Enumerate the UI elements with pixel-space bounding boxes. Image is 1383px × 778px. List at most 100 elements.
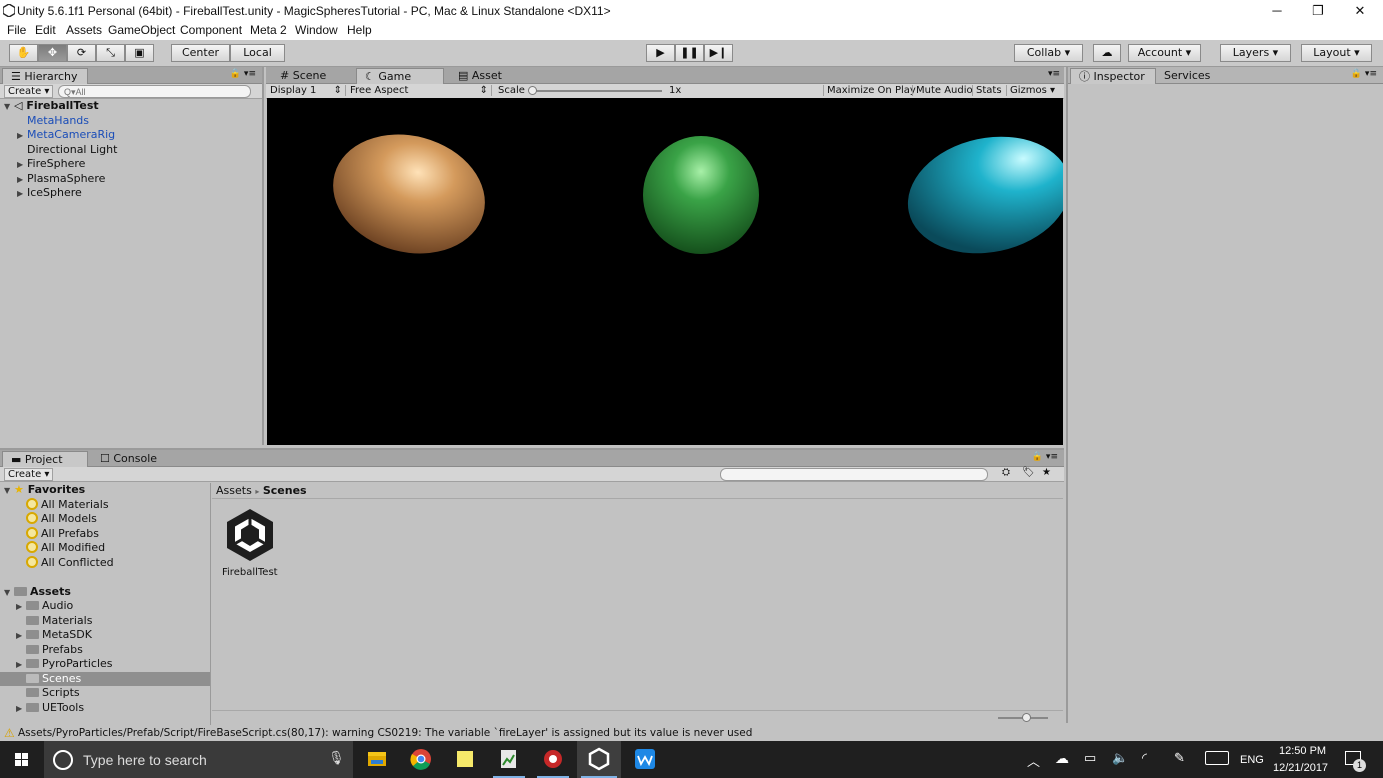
- filter-type-icon[interactable]: ⛭: [1002, 467, 1010, 478]
- icon-size-slider-handle[interactable]: [1022, 713, 1031, 722]
- breadcrumb-assets[interactable]: Assets: [216, 484, 252, 497]
- expand-arrow-icon[interactable]: ▶: [17, 158, 27, 173]
- tab-inspector[interactable]: ⓘ Inspector: [1070, 68, 1156, 84]
- layers-dropdown[interactable]: Layers ▾: [1220, 44, 1291, 62]
- display-dropdown[interactable]: Display 1 ⇕: [270, 85, 346, 96]
- account-dropdown[interactable]: Account ▾: [1128, 44, 1201, 62]
- play-button[interactable]: ▶: [646, 44, 675, 62]
- folder-item[interactable]: ▶ UETools: [4, 701, 210, 716]
- menu-component[interactable]: Component: [180, 23, 242, 37]
- project-search-input[interactable]: [720, 468, 988, 481]
- hierarchy-item[interactable]: MetaHands: [4, 114, 260, 129]
- cloud-button[interactable]: ☁: [1093, 44, 1121, 62]
- expand-arrow-icon[interactable]: ▶: [16, 702, 26, 717]
- tab-console[interactable]: ☐ Console: [92, 451, 172, 467]
- menu-assets[interactable]: Assets: [66, 23, 102, 37]
- folder-item[interactable]: Prefabs: [4, 643, 210, 658]
- hierarchy-item[interactable]: ▶ FireSphere: [4, 157, 260, 172]
- show-hidden-icons-icon[interactable]: ︿: [1027, 751, 1040, 770]
- folder-item[interactable]: ▶ PyroParticles: [4, 657, 210, 672]
- hierarchy-item[interactable]: Directional Light: [4, 143, 260, 158]
- clock-date[interactable]: 12/21/2017: [1273, 762, 1328, 774]
- panel-menu-icon[interactable]: 🔒 ▾≡: [1032, 452, 1058, 462]
- asset-item[interactable]: FireballTest: [222, 507, 278, 578]
- language-indicator[interactable]: ENG: [1240, 754, 1264, 766]
- whiteboard-app-button[interactable]: [623, 741, 667, 778]
- pivot-toggle[interactable]: Center: [171, 44, 230, 62]
- hierarchy-item[interactable]: ▶ MetaCameraRig: [4, 128, 260, 143]
- tab-hierarchy[interactable]: ☰ Hierarchy: [2, 68, 88, 84]
- folder-item[interactable]: Scripts: [4, 686, 210, 701]
- wifi-icon[interactable]: ◜: [1142, 750, 1147, 766]
- favorite-item[interactable]: All Conflicted: [4, 555, 210, 571]
- expand-arrow-icon[interactable]: ▶: [17, 129, 27, 144]
- hierarchy-item[interactable]: ▶ PlasmaSphere: [4, 172, 260, 187]
- close-button[interactable]: ✕: [1337, 0, 1383, 22]
- breadcrumb-scenes[interactable]: Scenes: [263, 484, 307, 497]
- hierarchy-create-button[interactable]: Create ▾: [4, 85, 54, 98]
- scale-slider-handle[interactable]: [528, 86, 537, 95]
- tab-services[interactable]: Services: [1156, 68, 1236, 84]
- expand-arrow-icon[interactable]: ▶: [17, 173, 27, 188]
- minimize-button[interactable]: ─: [1254, 0, 1300, 22]
- battery-icon[interactable]: ▭: [1084, 750, 1096, 766]
- rotate-tool-button[interactable]: ⟳: [67, 44, 96, 62]
- menu-help[interactable]: Help: [347, 23, 372, 37]
- star-icon[interactable]: ★: [1042, 467, 1051, 478]
- start-button[interactable]: [0, 741, 44, 778]
- chrome-button[interactable]: [399, 741, 443, 778]
- onedrive-icon[interactable]: ☁: [1055, 750, 1069, 767]
- folder-item[interactable]: ▶ Audio: [4, 599, 210, 614]
- move-tool-button[interactable]: ✥: [38, 44, 67, 62]
- clock-time[interactable]: 12:50 PM: [1279, 745, 1326, 757]
- tab-asset-store[interactable]: ▤ Asset Store: [450, 68, 540, 97]
- browser-app-button[interactable]: [531, 741, 575, 778]
- panel-menu-icon[interactable]: 🔒 ▾≡: [230, 69, 256, 79]
- expand-arrow-icon[interactable]: ▶: [16, 658, 26, 673]
- layout-dropdown[interactable]: Layout ▾: [1301, 44, 1372, 62]
- favorite-item[interactable]: All Modified: [4, 541, 210, 556]
- gizmos-dropdown[interactable]: Gizmos ▾: [1006, 85, 1055, 96]
- assets-root-row[interactable]: ▼ Assets: [4, 585, 210, 600]
- pause-button[interactable]: ❚❚: [675, 44, 704, 62]
- microphone-icon[interactable]: 🎙: [328, 750, 345, 766]
- keyboard-icon[interactable]: [1205, 751, 1229, 765]
- folder-item[interactable]: ▶ MetaSDK: [4, 628, 210, 643]
- collab-dropdown[interactable]: Collab ▾: [1014, 44, 1083, 62]
- game-view[interactable]: [267, 98, 1063, 445]
- spreadsheet-app-button[interactable]: [487, 741, 531, 778]
- tab-project[interactable]: ▬ Project: [2, 451, 88, 467]
- taskbar-search-box[interactable]: Type here to search 🎙: [44, 741, 353, 778]
- panel-menu-icon[interactable]: 🔒 ▾≡: [1351, 69, 1377, 79]
- favorite-item[interactable]: All Models: [4, 512, 210, 527]
- tab-game[interactable]: ☾ Game: [356, 68, 444, 84]
- folder-item[interactable]: Materials: [4, 614, 210, 629]
- stats-toggle[interactable]: Stats: [972, 85, 1002, 96]
- project-create-button[interactable]: Create ▾: [4, 468, 54, 481]
- pen-icon[interactable]: ✎: [1174, 750, 1185, 766]
- file-explorer-button[interactable]: [355, 741, 399, 778]
- menu-gameobject[interactable]: GameObject: [108, 23, 175, 37]
- scale-tool-button[interactable]: ⤡: [96, 44, 125, 62]
- volume-icon[interactable]: 🔈: [1112, 750, 1128, 766]
- step-button[interactable]: ▶❙: [704, 44, 733, 62]
- menu-window[interactable]: Window: [295, 23, 338, 37]
- menu-meta2[interactable]: Meta 2: [250, 23, 287, 37]
- expand-arrow-icon[interactable]: ▶: [16, 629, 26, 644]
- hand-tool-button[interactable]: ✋: [9, 44, 38, 62]
- folder-item-selected[interactable]: Scenes: [0, 671, 210, 686]
- favorites-row[interactable]: ▼ ★ Favorites: [4, 483, 210, 498]
- hierarchy-search-input[interactable]: [58, 85, 251, 98]
- status-bar[interactable]: ⚠ Assets/PyroParticles/Prefab/Script/Fir…: [0, 725, 1383, 741]
- restore-button[interactable]: ❐: [1295, 0, 1341, 22]
- filter-label-icon[interactable]: 🏷: [1022, 467, 1035, 478]
- aspect-dropdown[interactable]: Free Aspect ⇕: [350, 85, 492, 96]
- expand-arrow-icon[interactable]: ▼: [4, 100, 14, 115]
- sticky-notes-button[interactable]: [443, 741, 487, 778]
- menu-file[interactable]: File: [7, 23, 26, 37]
- expand-arrow-icon[interactable]: ▼: [4, 586, 14, 601]
- scene-row[interactable]: ▼ ◁ FireballTest: [4, 99, 260, 114]
- hierarchy-item[interactable]: ▶ IceSphere: [4, 186, 260, 201]
- maximize-on-play-toggle[interactable]: Maximize On Play: [823, 85, 916, 96]
- unity-app-button[interactable]: [577, 741, 621, 778]
